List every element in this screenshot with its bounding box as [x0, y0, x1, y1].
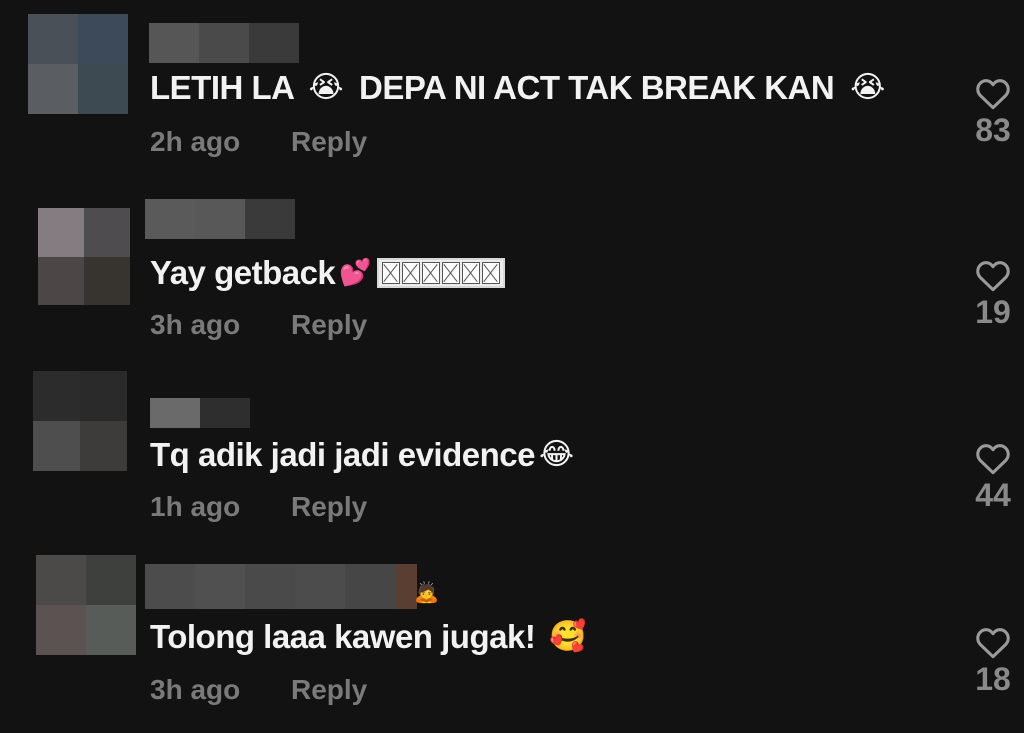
avatar-pixel [33, 421, 80, 471]
avatar-pixel [86, 555, 136, 605]
comment-text-part: Tolong laaa kawen jugak! [150, 618, 536, 655]
avatar-pixel [28, 14, 78, 64]
face-with-tears-of-joy-icon: 😂 [538, 437, 574, 472]
username-redacted[interactable] [145, 564, 417, 609]
like-control: 83 [968, 76, 1018, 149]
heart-icon[interactable] [974, 625, 1012, 659]
avatar[interactable] [33, 371, 127, 471]
like-control: 44 [968, 441, 1018, 514]
avatar-pixel [78, 14, 128, 64]
comment-text: LETIH LA 😭 DEPA NI ACT TAK BREAK KAN 😭 [150, 68, 885, 108]
avatar-pixel [80, 371, 127, 421]
avatar[interactable] [28, 14, 128, 114]
heart-icon[interactable] [974, 441, 1012, 475]
comment-text-part: DEPA NI ACT TAK BREAK KAN [359, 69, 835, 106]
comment-timestamp: 3h ago [150, 674, 241, 705]
comment-text: Tolong laaa kawen jugak! 🥰 [150, 617, 587, 657]
reply-button[interactable]: Reply [291, 491, 367, 523]
username-redacted[interactable] [145, 199, 295, 239]
avatar-pixel [84, 256, 130, 305]
like-count: 83 [975, 112, 1011, 148]
avatar-pixel [84, 208, 130, 257]
avatar-pixel [80, 421, 127, 471]
two-hearts-icon: 💕 [339, 258, 372, 288]
comment-timestamp: 1h ago [150, 491, 241, 522]
username-redacted[interactable] [149, 23, 299, 63]
like-count: 19 [975, 294, 1011, 330]
loudly-crying-face-icon: 😭 [308, 70, 344, 105]
like-count: 44 [975, 477, 1011, 513]
avatar-pixel [28, 64, 78, 114]
avatar-pixel [78, 64, 128, 114]
loudly-crying-face-icon: 😭 [850, 70, 885, 105]
reply-button[interactable]: Reply [291, 126, 367, 158]
unsupported-glyph-boxes [377, 258, 506, 288]
comment-text: Yay getback 💕 [150, 253, 506, 293]
avatar-pixel [36, 605, 86, 655]
heart-icon[interactable] [974, 76, 1012, 110]
avatar-pixel [38, 208, 84, 257]
comment-text: Tq adik jadi jadi evidence 😂 [150, 435, 574, 475]
like-control: 19 [968, 258, 1018, 331]
comment-text-part: Tq adik jadi jadi evidence [150, 436, 535, 473]
comment-text-part: LETIH LA [150, 69, 295, 106]
comment-timestamp: 2h ago [150, 126, 241, 157]
person-raising-hand-icon: 🙇 [414, 580, 439, 604]
like-count: 18 [975, 661, 1011, 697]
avatar[interactable] [36, 555, 136, 655]
avatar[interactable] [38, 208, 130, 305]
smiling-face-with-hearts-icon: 🥰 [549, 619, 587, 654]
avatar-pixel [33, 371, 80, 421]
username-redacted[interactable] [150, 398, 250, 428]
heart-icon[interactable] [974, 258, 1012, 292]
avatar-pixel [36, 555, 86, 605]
avatar-pixel [38, 256, 84, 305]
comment-text-part: Yay getback [150, 254, 336, 291]
reply-button[interactable]: Reply [291, 309, 367, 341]
comment-timestamp: 3h ago [150, 309, 241, 340]
avatar-pixel [86, 605, 136, 655]
reply-button[interactable]: Reply [291, 674, 367, 706]
like-control: 18 [968, 625, 1018, 698]
